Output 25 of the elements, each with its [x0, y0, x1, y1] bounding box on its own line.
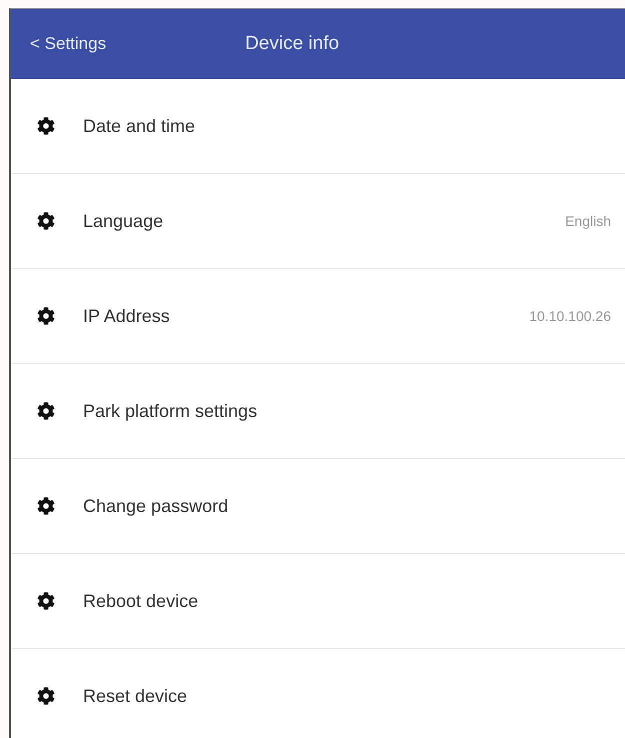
settings-row[interactable]: Date and time: [11, 79, 625, 174]
settings-row[interactable]: Change password: [11, 459, 625, 554]
gear-icon: [37, 307, 55, 325]
row-label: Language: [83, 210, 164, 232]
back-link[interactable]: < Settings: [30, 34, 106, 54]
gear-icon: [37, 592, 55, 610]
row-label: Park platform settings: [83, 400, 258, 422]
gear-icon: [37, 117, 55, 135]
row-label: IP Address: [83, 306, 171, 326]
settings-row[interactable]: Reset device: [11, 649, 625, 738]
row-label: Reboot device: [83, 590, 200, 612]
settings-row[interactable]: Park platform settings: [11, 364, 625, 459]
gear-icon: [37, 212, 55, 230]
page-title: Device info: [245, 33, 340, 55]
row-label: Date and time: [83, 116, 196, 136]
gear-icon: [37, 497, 55, 515]
gear-icon: [37, 402, 55, 420]
row-value: English: [565, 213, 611, 229]
settings-row[interactable]: Reboot device: [11, 554, 625, 649]
row-label: Reset device: [83, 686, 188, 706]
row-value: 10.10.100.26: [529, 308, 611, 324]
row-label: Change password: [83, 496, 230, 516]
settings-row[interactable]: IP Address 10.10.100.26: [11, 269, 625, 364]
settings-row[interactable]: Language English: [11, 174, 625, 269]
gear-icon: [37, 687, 55, 705]
